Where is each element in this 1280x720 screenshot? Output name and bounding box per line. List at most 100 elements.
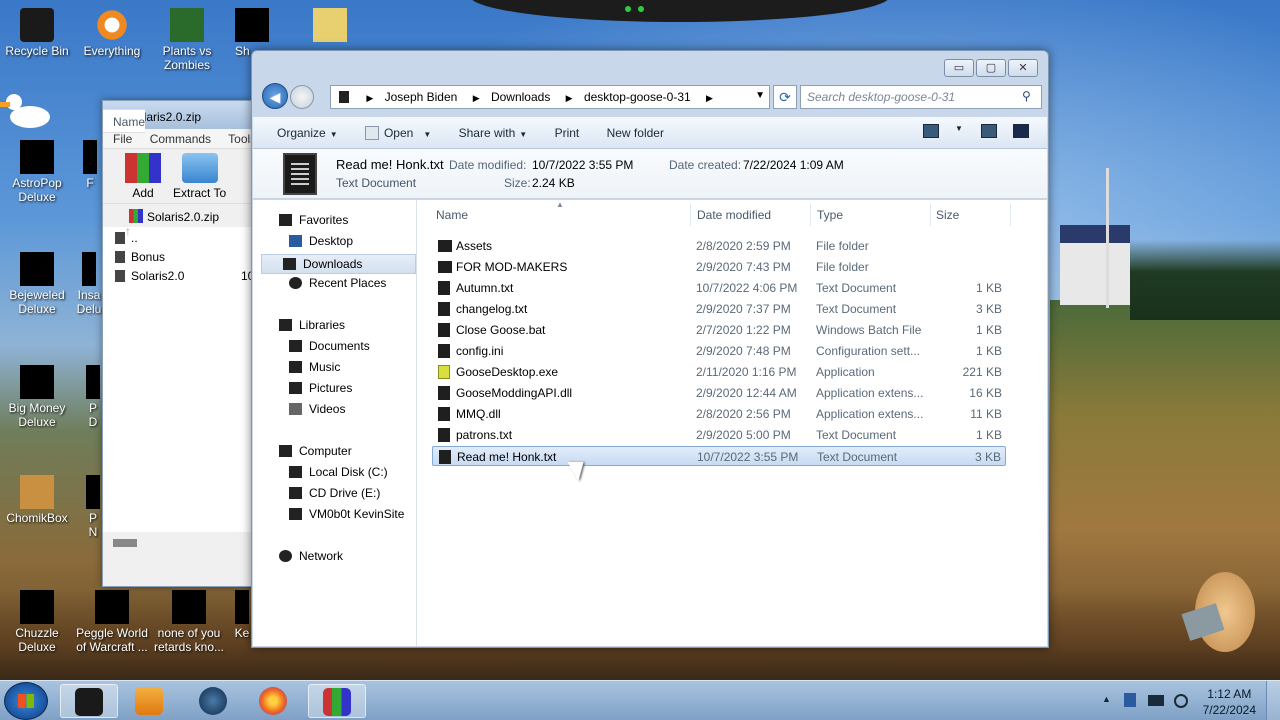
nav-downloads[interactable]: Downloads bbox=[261, 254, 416, 274]
desktop-icon-peggle-wow[interactable]: Peggle World of Warcraft ... bbox=[72, 590, 152, 654]
column-header-size[interactable]: Size bbox=[936, 208, 959, 222]
explorer-window[interactable]: ▭ ▢ ✕ ◀ ▶ Joseph Biden ▶ Downloads ▶ des… bbox=[251, 50, 1049, 648]
list-item[interactable]: Solaris2.0 10 bbox=[103, 267, 261, 286]
open-button[interactable]: Open ▼ bbox=[364, 126, 431, 140]
taskbar-app-globe[interactable] bbox=[184, 684, 242, 718]
nav-local-disk[interactable]: Local Disk (C:) bbox=[289, 465, 388, 485]
desktop-icon-recycle-bin[interactable]: Recycle Bin bbox=[0, 8, 74, 58]
taskbar-app-media-player[interactable] bbox=[120, 684, 178, 718]
breadcrumb-joseph-biden[interactable]: Joseph Biden bbox=[385, 90, 458, 104]
maximize-button[interactable]: ▢ bbox=[976, 59, 1006, 77]
archive-icon bbox=[129, 209, 143, 223]
desktop-icon-chomikbox[interactable]: ChomikBox bbox=[0, 475, 74, 525]
file-row[interactable]: FOR MOD-MAKERS 2/9/2020 7:43 PM File folde… bbox=[432, 257, 1006, 277]
taskbar-app-winrar[interactable] bbox=[308, 684, 366, 718]
chevron-right-icon[interactable]: ▶ bbox=[566, 93, 573, 103]
up-arrow-icon[interactable]: ↑ bbox=[125, 224, 131, 238]
file-row[interactable]: GooseDesktop.exe 2/11/2020 1:16 PM Applica… bbox=[432, 362, 1006, 382]
tray-app-icon[interactable] bbox=[1124, 693, 1136, 707]
clock[interactable]: 1:12 AM 7/22/2024 bbox=[1203, 686, 1256, 718]
nav-libraries[interactable]: Libraries bbox=[279, 318, 345, 338]
share-with-button[interactable]: Share with ▼ bbox=[459, 126, 528, 140]
breadcrumb-downloads[interactable]: Downloads bbox=[491, 90, 550, 104]
chevron-down-icon[interactable]: ▼ bbox=[955, 124, 965, 138]
change-view-icon[interactable] bbox=[923, 124, 939, 138]
column-header-date-modified[interactable]: Date modified bbox=[697, 208, 771, 222]
nav-computer[interactable]: Computer bbox=[279, 444, 352, 464]
help-icon[interactable] bbox=[1013, 124, 1029, 138]
file-row[interactable]: GooseModdingAPI.dll 2/9/2020 12:44 AM Appl… bbox=[432, 383, 1006, 403]
nav-videos[interactable]: Videos bbox=[289, 402, 345, 422]
close-button[interactable]: ✕ bbox=[1008, 59, 1038, 77]
address-bar[interactable]: ▶ Joseph Biden ▶ Downloads ▶ desktop-goo… bbox=[330, 85, 770, 109]
preview-pane-icon[interactable] bbox=[981, 124, 997, 138]
file-row[interactable]: config.ini 2/9/2020 7:48 PM Configuration … bbox=[432, 341, 1006, 361]
winrar-path-bar[interactable]: ↑ Solaris2.0.zip bbox=[103, 203, 261, 238]
nav-desktop[interactable]: Desktop bbox=[289, 234, 353, 254]
new-folder-button[interactable]: New folder bbox=[607, 126, 664, 140]
desktop-icon-folder[interactable] bbox=[300, 8, 360, 44]
back-button[interactable]: ◀ bbox=[262, 83, 288, 109]
desktop-icon-chuzzle[interactable]: Chuzzle Deluxe bbox=[0, 590, 74, 654]
desktop-icon-p-d[interactable]: P D bbox=[84, 365, 102, 429]
show-desktop-button[interactable] bbox=[1266, 681, 1280, 720]
column-divider[interactable] bbox=[690, 204, 691, 226]
menu-file[interactable]: File bbox=[113, 132, 132, 146]
desktop-icon-insaniquarium[interactable]: Insa Delu bbox=[75, 252, 103, 316]
desktop-icon-p-n[interactable]: P N bbox=[84, 475, 102, 539]
nav-pictures[interactable]: Pictures bbox=[289, 381, 352, 401]
taskbar-app-firefox[interactable] bbox=[244, 684, 302, 718]
list-item[interactable]: Bonus bbox=[103, 248, 261, 267]
desktop-goose[interactable] bbox=[0, 92, 56, 132]
desktop-icon-everything[interactable]: Everything bbox=[75, 8, 149, 58]
search-input[interactable] bbox=[800, 85, 1042, 109]
column-header-name[interactable]: Name bbox=[436, 208, 468, 222]
column-divider[interactable] bbox=[1010, 204, 1011, 226]
nav-vm-kevinsite[interactable]: VM0b0t KevinSite bbox=[289, 507, 404, 527]
file-row[interactable]: Read me! Honk.txt 10/7/2022 3:55 PM Text D… bbox=[432, 446, 1006, 466]
winrar-window[interactable]: Solaris2.0.zip File Commands Tools Add E… bbox=[102, 100, 262, 587]
chevron-right-icon[interactable]: ▶ bbox=[366, 93, 373, 103]
nav-recent-places[interactable]: Recent Places bbox=[289, 276, 386, 296]
file-date-modified: 2/11/2020 1:16 PM bbox=[696, 365, 797, 379]
winrar-column-name[interactable]: Name bbox=[103, 109, 146, 133]
organize-button[interactable]: Organize ▼ bbox=[277, 126, 338, 140]
column-divider[interactable] bbox=[930, 204, 931, 226]
nav-documents[interactable]: Documents bbox=[289, 339, 370, 359]
show-hidden-icons-button[interactable]: ▲ bbox=[1102, 694, 1111, 704]
extract-to-button[interactable]: Extract To bbox=[173, 153, 226, 203]
print-button[interactable]: Print bbox=[555, 126, 580, 140]
file-row[interactable]: MMQ.dll 2/8/2020 2:56 PM Application exten… bbox=[432, 404, 1006, 424]
taskbar-app-terminal[interactable] bbox=[60, 684, 118, 718]
desktop-icon-f[interactable]: F bbox=[75, 140, 105, 190]
breadcrumb-desktop-goose[interactable]: desktop-goose-0-31 bbox=[584, 90, 691, 104]
desktop-icon-astropop[interactable]: AstroPop Deluxe bbox=[0, 140, 74, 204]
file-row[interactable]: Assets 2/8/2020 2:59 PM File folder bbox=[432, 236, 1006, 256]
refresh-button[interactable]: ⟳ bbox=[773, 85, 797, 109]
chevron-right-icon[interactable]: ▶ bbox=[473, 93, 480, 103]
nav-network[interactable]: Network bbox=[279, 549, 343, 569]
desktop-icon-none-of-you[interactable]: none of you retards kno... bbox=[150, 590, 228, 654]
desktop-icon-big-money[interactable]: Big Money Deluxe bbox=[0, 365, 74, 429]
column-divider[interactable] bbox=[810, 204, 811, 226]
chevron-right-icon[interactable]: ▶ bbox=[706, 93, 713, 103]
desktop-icon-bejeweled[interactable]: Bejeweled Deluxe bbox=[0, 252, 74, 316]
search-icon[interactable]: ⚲ bbox=[1022, 89, 1031, 103]
nav-music[interactable]: Music bbox=[289, 360, 340, 380]
menu-commands[interactable]: Commands bbox=[150, 132, 211, 146]
desktop-icon-plants-vs-zombies[interactable]: Plants vs Zombies bbox=[150, 8, 224, 72]
volume-icon[interactable] bbox=[1174, 694, 1188, 708]
file-row[interactable]: changelog.txt 2/9/2020 7:37 PM Text Docume… bbox=[432, 299, 1006, 319]
nav-favorites[interactable]: Favorites bbox=[279, 213, 348, 233]
forward-button[interactable] bbox=[290, 85, 314, 109]
file-row[interactable]: Close Goose.bat 2/7/2020 1:22 PM Windows B… bbox=[432, 320, 1006, 340]
file-row[interactable]: Autumn.txt 10/7/2022 4:06 PM Text Document… bbox=[432, 278, 1006, 298]
address-dropdown-icon[interactable]: ▼ bbox=[755, 90, 765, 101]
file-row[interactable]: patrons.txt 2/9/2020 5:00 PM Text Document… bbox=[432, 425, 1006, 445]
column-header-type[interactable]: Type bbox=[817, 208, 843, 222]
add-button[interactable]: Add bbox=[125, 153, 161, 203]
minimize-button[interactable]: ▭ bbox=[944, 59, 974, 77]
network-icon[interactable] bbox=[1148, 695, 1164, 706]
start-button[interactable] bbox=[4, 682, 48, 720]
nav-cd-drive[interactable]: CD Drive (E:) bbox=[289, 486, 380, 506]
